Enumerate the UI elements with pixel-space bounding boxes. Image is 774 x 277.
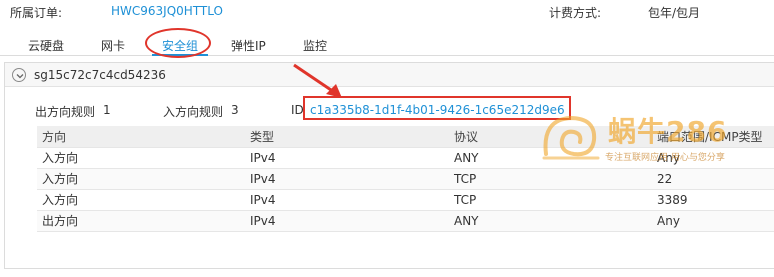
tab-eip[interactable]: 弹性IP — [231, 37, 266, 54]
security-group-name: sg15c72c7c4cd54236 — [34, 68, 166, 82]
security-group-id-label: ID — [291, 103, 304, 117]
table-header-row: 方向 类型 协议 端口范围/ICMP类型 — [37, 126, 774, 148]
rules-table: 方向 类型 协议 端口范围/ICMP类型 入方向 IPv4 ANY Any 入方… — [37, 126, 774, 232]
table-row: 入方向 IPv4 TCP 3389 — [37, 189, 774, 211]
cell-type: IPv4 — [245, 210, 449, 232]
table-row: 入方向 IPv4 ANY Any — [37, 147, 774, 169]
cell-protocol: TCP — [449, 168, 652, 190]
inbound-rules-count: 3 — [231, 103, 239, 117]
cell-direction: 入方向 — [37, 189, 245, 211]
tab-security-group[interactable]: 安全组 — [162, 37, 198, 54]
tab-monitoring[interactable]: 监控 — [303, 37, 327, 54]
tab-nic[interactable]: 网卡 — [101, 37, 125, 54]
outbound-rules-label: 出方向规则 — [35, 105, 96, 119]
cell-protocol: TCP — [449, 189, 652, 211]
col-port-range: 端口范围/ICMP类型 — [652, 126, 774, 148]
cell-protocol: ANY — [449, 210, 652, 232]
instance-info-row: 所属订单: HWC963JQ0HTTLO 计费方式: 包年/包月 — [0, 0, 774, 24]
table-row: 入方向 IPv4 TCP 22 — [37, 168, 774, 190]
order-link[interactable]: HWC963JQ0HTTLO — [111, 4, 223, 18]
cell-type: IPv4 — [245, 147, 449, 169]
detail-tabs: 云硬盘 网卡 安全组 弹性IP 监控 — [0, 32, 774, 56]
cell-direction: 入方向 — [37, 168, 245, 190]
security-group-panel: sg15c72c7c4cd54236 出方向规则 1 入方向规则 3 ID c1… — [4, 62, 774, 269]
col-direction: 方向 — [37, 126, 245, 148]
cell-port: Any — [652, 210, 774, 232]
active-tab-indicator — [152, 54, 208, 56]
cell-type: IPv4 — [245, 189, 449, 211]
inbound-rules-label: 入方向规则 — [163, 105, 224, 119]
table-row: 出方向 IPv4 ANY Any — [37, 210, 774, 232]
billing-label: 计费方式: — [549, 6, 602, 20]
col-type: 类型 — [245, 126, 449, 148]
rule-summary: 出方向规则 1 入方向规则 3 ID c1a335b8-1d1f-4b01-94… — [5, 101, 774, 121]
cell-port: Any — [652, 147, 774, 169]
cell-port: 3389 — [652, 189, 774, 211]
outbound-rules-count: 1 — [103, 103, 111, 117]
cell-port: 22 — [652, 168, 774, 190]
cell-type: IPv4 — [245, 168, 449, 190]
security-group-id-link[interactable]: c1a335b8-1d1f-4b01-9426-1c65e212d9e6 — [310, 103, 565, 117]
chevron-down-icon[interactable] — [12, 68, 26, 82]
security-group-header[interactable]: sg15c72c7c4cd54236 — [5, 63, 774, 87]
cell-direction: 入方向 — [37, 147, 245, 169]
col-protocol: 协议 — [449, 126, 652, 148]
order-label: 所属订单: — [10, 6, 63, 20]
billing-value: 包年/包月 — [648, 6, 701, 20]
cell-direction: 出方向 — [37, 210, 245, 232]
tab-evs-disk[interactable]: 云硬盘 — [28, 37, 64, 54]
cell-protocol: ANY — [449, 147, 652, 169]
